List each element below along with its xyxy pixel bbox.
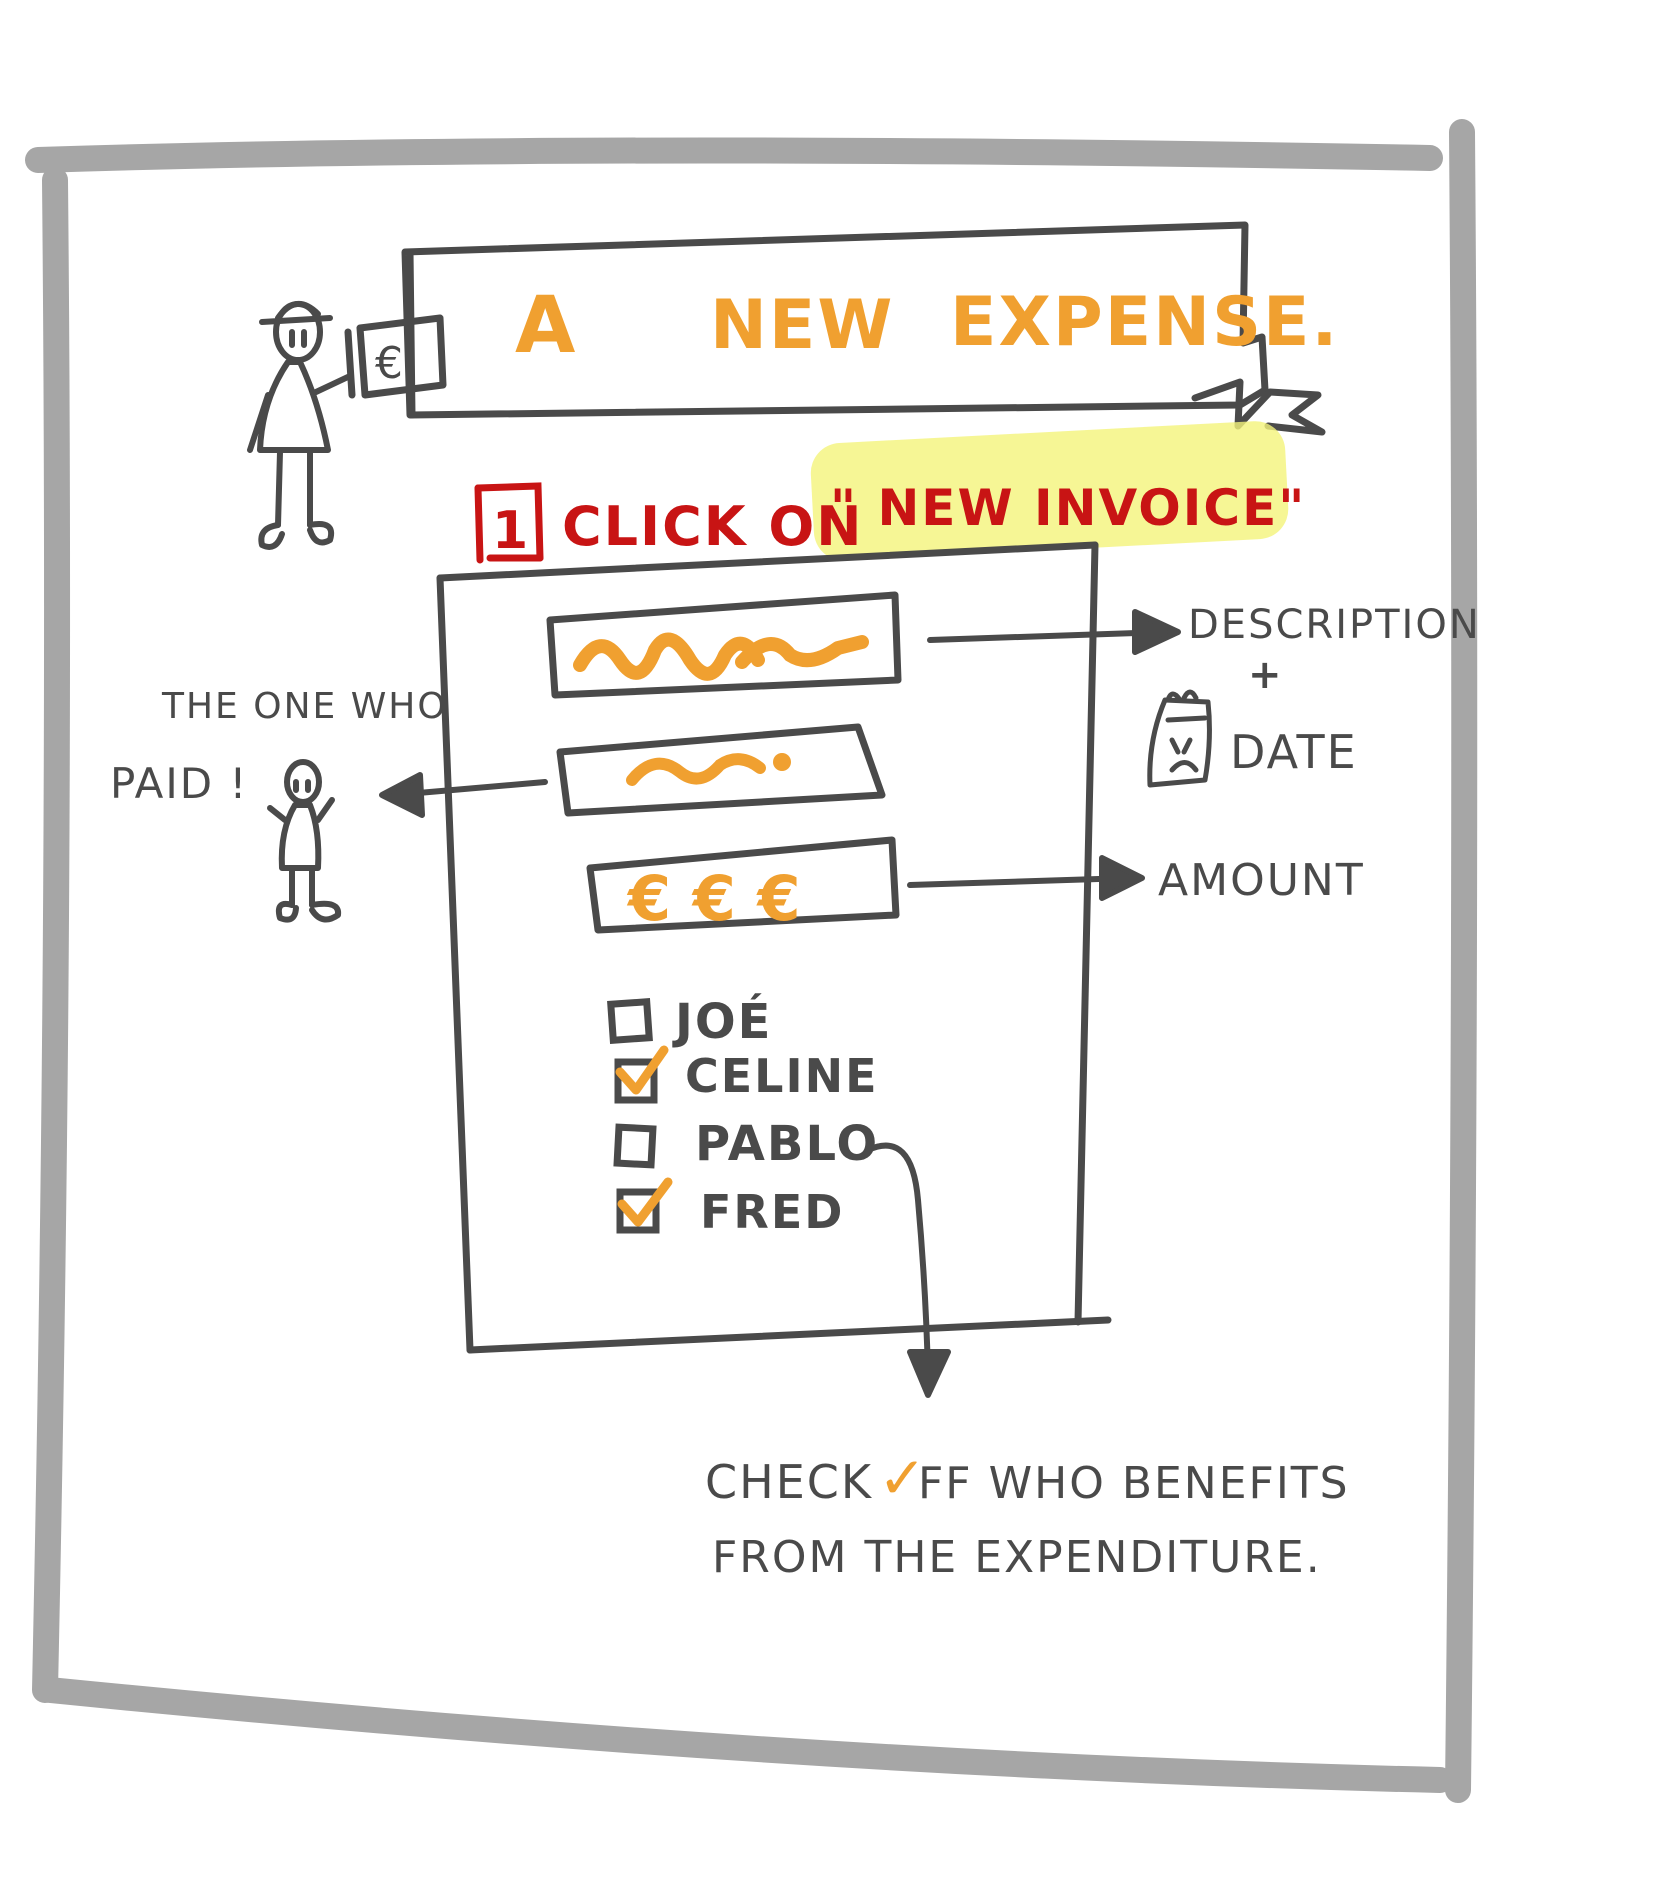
arrow-to-description — [927, 609, 1181, 655]
participant-name-pablo: PABLO — [695, 1116, 879, 1172]
participant-name-joe: JOÉ — [672, 993, 772, 1050]
participant-row-celine: CELINE — [614, 1045, 879, 1104]
label-payer-line2: PAID ! — [110, 759, 248, 808]
arrow-to-amount — [907, 855, 1145, 901]
participant-name-celine: CELINE — [685, 1049, 879, 1103]
payer-stick-figure-icon — [267, 759, 342, 923]
payer-scribble — [626, 753, 766, 786]
participant-row-fred: FRED — [616, 1177, 844, 1239]
description-scribble — [573, 632, 869, 681]
label-payer-line1: THE ONE WHO — [161, 686, 448, 727]
payer-scribble-dot — [773, 753, 791, 771]
label-plus: + — [1248, 652, 1282, 698]
participant-name-fred: FRED — [700, 1185, 844, 1239]
note-check-rest: FF WHO BENEFITS — [918, 1458, 1350, 1509]
step-text: CLICK ON — [562, 495, 864, 558]
presenter-stick-figure-icon — [247, 301, 353, 550]
note-line2: FROM THE EXPENDITURE. — [712, 1532, 1322, 1583]
label-description: DESCRIPTION — [1188, 602, 1481, 648]
arrow-to-payer — [379, 772, 548, 818]
label-amount: AMOUNT — [1158, 855, 1365, 906]
checkbox-joe-icon — [607, 998, 653, 1044]
arrow-to-check-note — [865, 1142, 951, 1398]
step-number: 1 — [492, 501, 530, 561]
banner-tag-symbol: € — [375, 338, 403, 389]
checkmark-fred-icon — [617, 1177, 673, 1227]
participant-row-joe: JOÉ — [607, 993, 772, 1050]
checkbox-pablo-icon — [613, 1123, 657, 1169]
banner-word-a: A — [515, 281, 577, 371]
whiteboard-sketch: € A NEW EXPENSE. 1 CLICK ON " NEW INVOIC… — [25, 119, 1481, 1803]
calendar-doodle-icon — [1147, 689, 1212, 788]
participant-row-pablo: PABLO — [613, 1116, 879, 1172]
amount-euro-symbols: € € € — [626, 862, 801, 935]
step-quoted-button-name: " NEW INVOICE" — [830, 479, 1306, 537]
banner-word-expense: EXPENSE. — [950, 283, 1339, 362]
banner-word-new: NEW — [710, 286, 894, 365]
label-date: DATE — [1230, 725, 1358, 779]
note-check-word: CHECK — [705, 1455, 873, 1509]
